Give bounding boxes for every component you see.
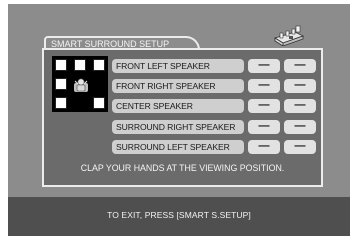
speaker-label: FRONT RIGHT SPEAKER xyxy=(112,79,244,93)
tv-screen: SMART SURROUND SETUP FRONT LEFT SPEAKER … xyxy=(8,4,350,236)
speaker-value-b: — xyxy=(284,140,316,154)
speaker-value-a: — xyxy=(248,99,280,113)
speaker-setup-icon xyxy=(274,25,305,46)
listener-icon xyxy=(74,78,88,92)
surround-right-speaker-icon xyxy=(93,97,105,109)
speaker-layout-diagram xyxy=(52,56,108,112)
speaker-label: FRONT LEFT SPEAKER xyxy=(112,59,244,73)
speaker-value-a: — xyxy=(248,140,280,154)
speaker-value-b: — xyxy=(284,120,316,134)
speaker-label: CENTER SPEAKER xyxy=(112,99,244,113)
speaker-value-a: — xyxy=(248,120,280,134)
speaker-value-a: — xyxy=(248,79,280,93)
exit-hint: TO EXIT, PRESS [SMART S.SETUP] xyxy=(107,210,251,220)
speaker-value-b: — xyxy=(284,99,316,113)
speaker-value-b: — xyxy=(284,59,316,73)
surround-left-speaker-icon xyxy=(55,97,67,109)
front-left-speaker-icon xyxy=(55,59,67,71)
speaker-label: SURROUND RIGHT SPEAKER xyxy=(112,120,244,134)
instruction-text: CLAP YOUR HANDS AT THE VIEWING POSITION. xyxy=(80,163,285,173)
subwoofer-speaker-icon xyxy=(55,78,67,90)
footer-bar: TO EXIT, PRESS [SMART S.SETUP] xyxy=(8,197,350,236)
speaker-label: SURROUND LEFT SPEAKER xyxy=(112,140,244,154)
center-speaker-icon xyxy=(74,59,86,71)
speaker-value-b: — xyxy=(284,79,316,93)
front-right-speaker-icon xyxy=(93,59,105,71)
speaker-value-a: — xyxy=(248,59,280,73)
